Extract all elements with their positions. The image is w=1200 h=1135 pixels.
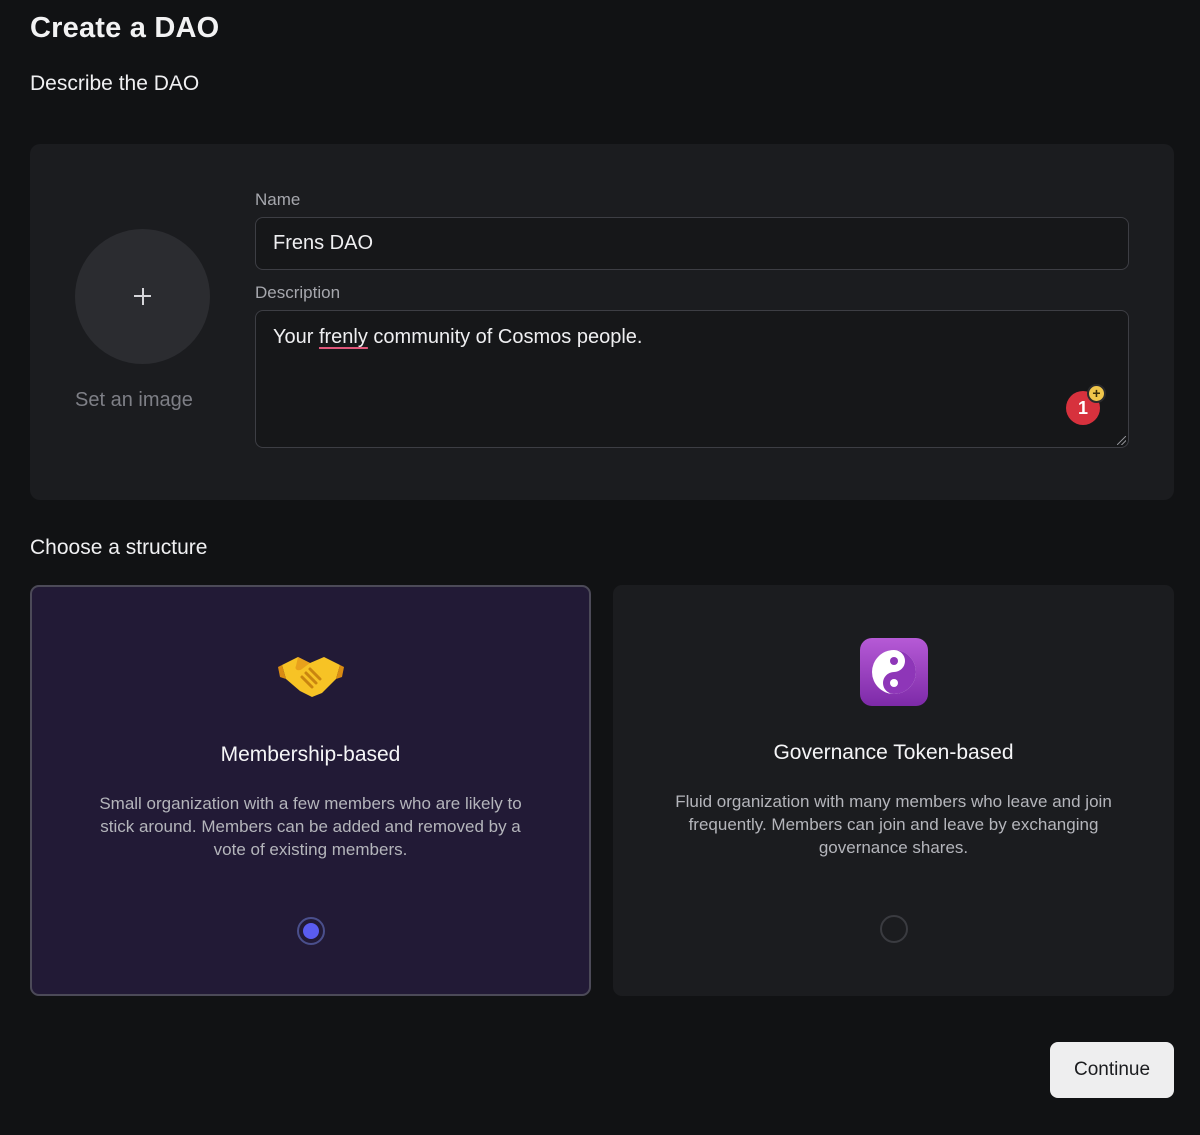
grammar-plus-icon: + xyxy=(1087,384,1106,403)
description-label: Description xyxy=(255,283,341,302)
handshake-icon xyxy=(277,657,344,697)
membership-based-option[interactable]: Membership-based Small organization with… xyxy=(30,585,591,996)
option-description: Fluid organization with many members who… xyxy=(675,792,1112,857)
governance-token-option[interactable]: Governance Token-based Fluid organizatio… xyxy=(613,585,1174,996)
description-textarea[interactable]: Your frenly community of Cosmos people. … xyxy=(255,310,1129,448)
name-label: Name xyxy=(255,190,301,209)
description-text-end: community of Cosmos people. xyxy=(367,326,643,348)
option-description: Small organization with a few members wh… xyxy=(99,794,522,859)
continue-button[interactable]: Continue xyxy=(1050,1042,1174,1098)
misspelled-word[interactable]: frenly xyxy=(319,326,368,348)
membership-radio[interactable] xyxy=(296,917,325,945)
describe-card: Set an image Name Frens DAO Description … xyxy=(30,144,1174,500)
yin-yang-icon xyxy=(859,638,928,706)
create-dao-page: Create a DAO Describe the DAO Set an ima… xyxy=(0,0,1200,1135)
description-text-start: Your xyxy=(273,326,319,348)
set-image-label: Set an image xyxy=(75,389,193,411)
option-title: Membership-based xyxy=(220,743,401,766)
option-title: Governance Token-based xyxy=(773,741,1014,764)
name-input[interactable]: Frens DAO xyxy=(255,217,1129,270)
structure-section-title: Choose a structure xyxy=(30,536,208,559)
page-title: Create a DAO xyxy=(30,12,220,44)
describe-section-title: Describe the DAO xyxy=(30,72,200,95)
governance-token-radio[interactable] xyxy=(879,915,908,943)
resize-handle-icon[interactable] xyxy=(1117,436,1126,445)
set-image-button[interactable] xyxy=(75,229,210,364)
